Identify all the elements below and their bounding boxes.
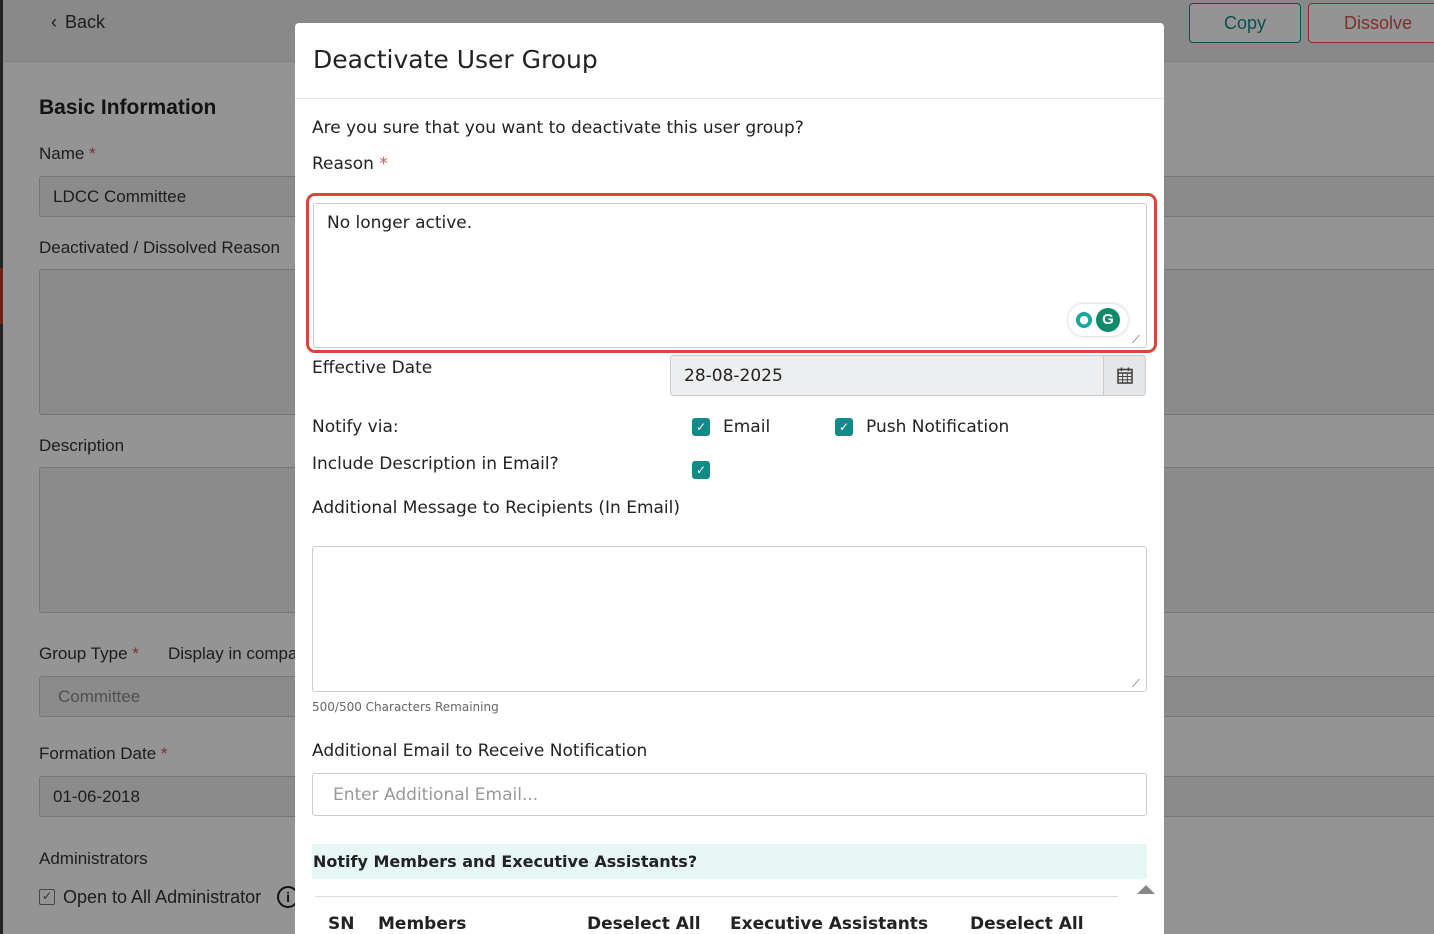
bulb-icon[interactable]: ●	[1076, 312, 1092, 328]
confirm-question: Are you sure that you want to deactivate…	[312, 118, 804, 138]
push-notification-checkbox[interactable]: ✓	[835, 418, 853, 436]
deactivate-user-group-modal: Deactivate User Group Are you sure that …	[295, 23, 1164, 934]
grammarly-widget[interactable]: ● G	[1068, 304, 1128, 336]
modal-title: Deactivate User Group	[313, 45, 598, 74]
additional-email-label: Additional Email to Receive Notification	[312, 741, 648, 761]
push-notification-label: Push Notification	[866, 417, 1010, 437]
additional-message-textarea[interactable]	[312, 546, 1147, 692]
char-count: 500/500 Characters Remaining	[312, 700, 499, 714]
scroll-up-icon[interactable]	[1137, 885, 1155, 894]
message-resize-grip-icon[interactable]: ⟋	[1132, 678, 1142, 689]
include-description-label: Include Description in Email?	[312, 454, 559, 474]
email-label: Email	[723, 417, 771, 437]
include-description-checkbox[interactable]: ✓	[692, 461, 710, 479]
calendar-icon	[1116, 367, 1133, 384]
table-divider	[315, 896, 1118, 897]
notify-via-label: Notify via:	[312, 417, 399, 437]
calendar-button[interactable]	[1103, 355, 1146, 396]
additional-email-input[interactable]: Enter Additional Email...	[312, 773, 1147, 816]
resize-grip-icon[interactable]: ⟋	[1132, 334, 1142, 345]
th-members: Members	[378, 914, 467, 934]
deselect-all-ea-button[interactable]: Deselect All	[970, 914, 1084, 934]
effective-date-input[interactable]: 28-08-2025	[670, 355, 1104, 396]
effective-date-label: Effective Date	[312, 358, 433, 378]
email-checkbox[interactable]: ✓	[692, 418, 710, 436]
deselect-all-members-button[interactable]: Deselect All	[587, 914, 701, 934]
additional-message-label: Additional Message to Recipients (In Ema…	[312, 498, 680, 518]
th-sn: SN	[328, 914, 355, 934]
th-executive-assistants: Executive Assistants	[730, 914, 929, 934]
reason-textarea[interactable]: No longer active.	[313, 203, 1147, 348]
reason-text: No longer active.	[327, 213, 473, 233]
grammarly-icon[interactable]: G	[1096, 308, 1120, 332]
modal-header: Deactivate User Group	[295, 23, 1164, 99]
notify-members-banner: Notify Members and Executive Assistants?	[312, 844, 1147, 879]
reason-label: Reason *	[312, 154, 388, 174]
